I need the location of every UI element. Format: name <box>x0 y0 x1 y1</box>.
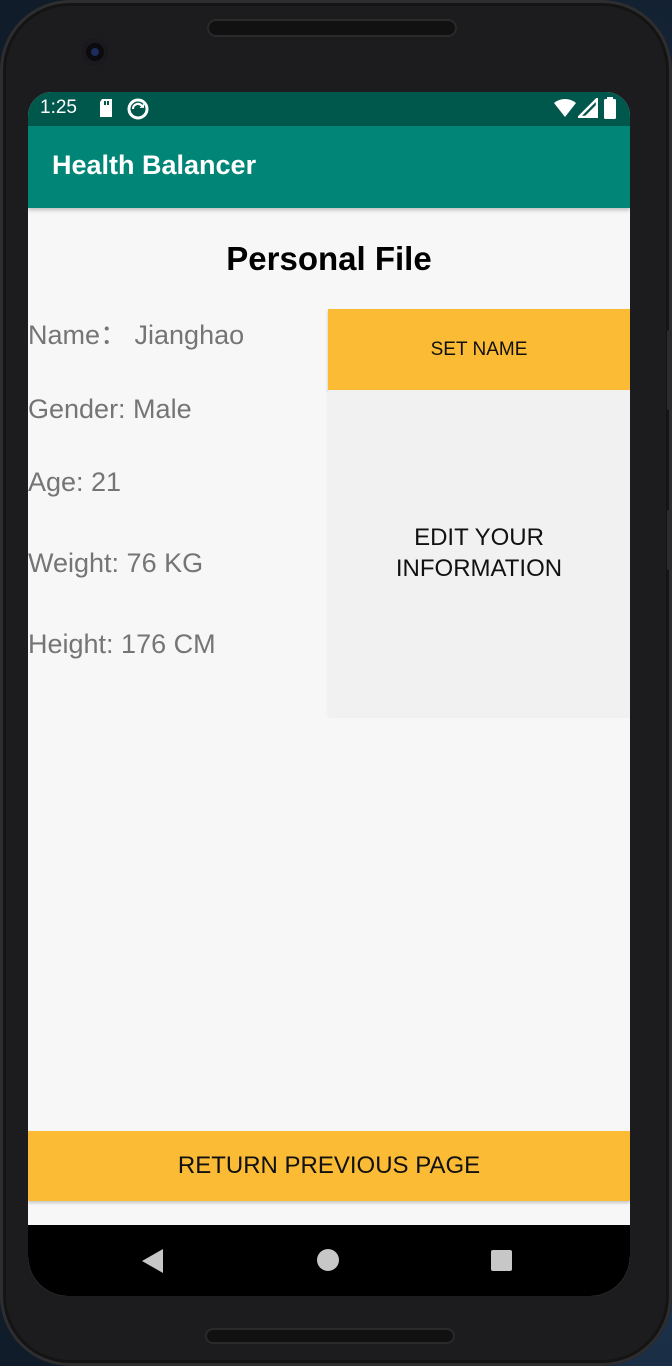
edit-information-button[interactable]: EDIT YOUR INFORMATION <box>328 390 630 716</box>
edit-button-label-line1: EDIT YOUR <box>414 524 544 551</box>
earpiece-speaker <box>207 19 457 37</box>
return-button-label: RETURN PREVIOUS PAGE <box>177 1152 481 1179</box>
return-previous-page-button[interactable]: RETURN PREVIOUS PAGE <box>28 1131 630 1201</box>
signal-icon <box>575 95 599 123</box>
front-camera <box>82 39 108 65</box>
volume-button <box>667 330 672 410</box>
height-text: Height: 176 CM <box>28 629 216 659</box>
edit-button-label-line2: INFORMATION <box>395 555 563 582</box>
status-bar: 1:25 <box>28 92 630 126</box>
recents-icon[interactable] <box>491 1250 512 1271</box>
weight-text: Weight: 76 KG <box>28 548 204 578</box>
home-icon[interactable] <box>317 1249 339 1271</box>
age-text: Age: 21 <box>28 467 122 497</box>
page-title: Personal File <box>226 240 432 277</box>
name-text: Name： Jianghao <box>28 320 245 350</box>
app-bar: Health Balancer <box>28 126 630 208</box>
phone-screen: 1:25 Health Balancer Personal File Name：… <box>28 92 630 1296</box>
status-time: 1:25 <box>40 97 77 118</box>
gender-text: Gender: Male <box>28 394 192 424</box>
back-icon[interactable] <box>142 1249 163 1273</box>
bottom-speaker <box>205 1328 455 1344</box>
wifi-icon <box>554 98 576 123</box>
sd-card-icon <box>98 98 114 123</box>
battery-icon <box>604 97 616 124</box>
app-title: Health Balancer <box>52 150 257 180</box>
phone-frame: 1:25 Health Balancer Personal File Name：… <box>0 0 672 1366</box>
set-name-button[interactable]: SET NAME <box>328 309 630 390</box>
navigation-bar <box>28 1225 630 1296</box>
set-name-button-label: SET NAME <box>430 338 528 360</box>
sync-icon <box>126 97 150 126</box>
power-button <box>667 510 672 570</box>
